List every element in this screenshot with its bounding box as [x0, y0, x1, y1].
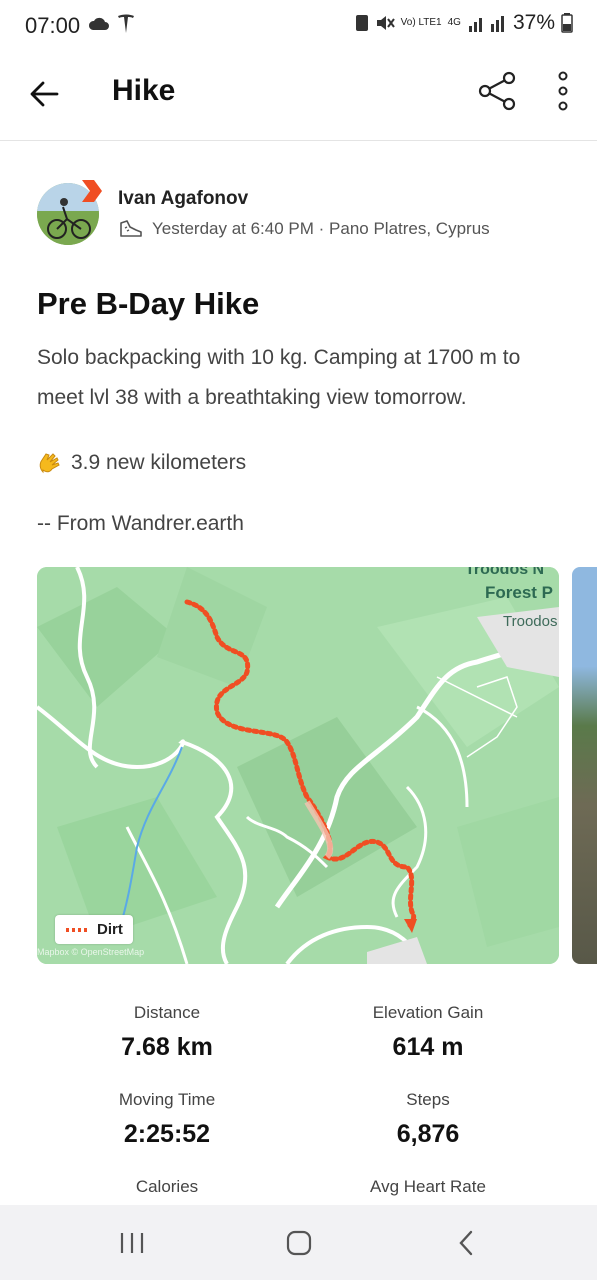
stat-label: Steps: [406, 1090, 450, 1109]
stat-steps: Steps 6,876: [298, 1090, 558, 1149]
stat-label: Elevation Gain: [372, 1003, 484, 1022]
map-place-label-1: Troodos N: [465, 567, 545, 578]
network-4g: 4G: [447, 17, 461, 28]
battery-icon: [561, 13, 573, 33]
subscriber-badge-icon: [82, 180, 102, 202]
map-place-label-2: Forest P: [485, 583, 554, 602]
back-icon: [459, 1230, 473, 1256]
recents-button[interactable]: [110, 1223, 154, 1263]
stat-value: 7.68 km: [121, 1033, 213, 1061]
share-button[interactable]: [476, 70, 520, 114]
sim-icon: [355, 15, 368, 31]
more-options-button[interactable]: [548, 70, 578, 114]
activity-title: Pre B-Day Hike: [37, 286, 260, 321]
stat-value: 6,876: [396, 1120, 460, 1148]
new-kilometers-text: 3.9 new kilometers: [71, 451, 247, 474]
app-bar: Hike: [0, 52, 597, 141]
new-kilometers: 3.9 new kilometers: [37, 450, 246, 476]
stat-moving-time: Moving Time 2:25:52: [37, 1090, 297, 1149]
activity-description: Solo backpacking with 10 kg. Camping at …: [37, 346, 521, 409]
status-left-icons: [88, 13, 136, 35]
map-attribution: Mapbox © OpenStreetMap: [37, 947, 145, 957]
activity-meta-text: Yesterday at 6:40 PM · Pano Platres, Cyp…: [152, 219, 490, 238]
status-right: Vo) LTE1 4G 37%: [355, 11, 573, 35]
stat-label: Avg Heart Rate: [370, 1177, 486, 1196]
share-icon: [478, 71, 516, 111]
activity-meta: Yesterday at 6:40 PM · Pano Platres, Cyp…: [118, 219, 490, 239]
hiking-shoe-icon: [120, 220, 142, 237]
dirt-trail-legend-icon: [66, 927, 88, 932]
more-vert-icon: [558, 71, 568, 111]
home-button[interactable]: [277, 1223, 321, 1263]
stat-label: Calories: [135, 1177, 199, 1196]
stat-elevation-gain: Elevation Gain 614 m: [298, 1003, 558, 1062]
stat-distance: Distance 7.68 km: [37, 1003, 297, 1062]
battery-percent: 37%: [512, 11, 555, 34]
map-legend: Dirt: [55, 915, 133, 944]
cloud-icon: [88, 17, 109, 30]
status-bar: 07:00 Vo) LTE1 4G 37%: [0, 0, 597, 52]
tesla-icon: [118, 14, 134, 33]
signal-icon: [468, 16, 504, 32]
stat-label: Moving Time: [118, 1090, 216, 1109]
route-map[interactable]: Troodos N Forest P Troodos Dirt Mapbox ©…: [37, 567, 559, 964]
page-title: Hike: [112, 74, 176, 107]
recents-icon: [120, 1233, 144, 1253]
map-legend-label: Dirt: [97, 921, 123, 938]
from-source: -- From Wandrer.earth: [37, 512, 244, 535]
mute-icon: [376, 16, 395, 30]
stat-label: Distance: [133, 1003, 201, 1022]
activity-photo-thumbnail[interactable]: [572, 567, 597, 964]
stat-value: 614 m: [392, 1033, 464, 1061]
back-button[interactable]: [22, 72, 66, 116]
volte-indicator: Vo) LTE1: [400, 17, 442, 28]
map-place-label-3: Troodos: [503, 613, 558, 630]
status-time: 07:00: [25, 13, 81, 38]
athlete-name[interactable]: Ivan Agafonov: [118, 188, 248, 210]
map-canvas: [37, 567, 559, 964]
back-arrow-icon: [30, 81, 59, 107]
clapping-hands-icon: [39, 453, 60, 474]
system-back-button[interactable]: [444, 1223, 488, 1263]
system-nav-bar: [0, 1205, 597, 1280]
stat-value: 2:25:52: [123, 1120, 211, 1148]
stat-calories: Calories: [37, 1177, 297, 1197]
stat-avg-heart-rate: Avg Heart Rate: [298, 1177, 558, 1197]
home-icon: [286, 1230, 312, 1256]
